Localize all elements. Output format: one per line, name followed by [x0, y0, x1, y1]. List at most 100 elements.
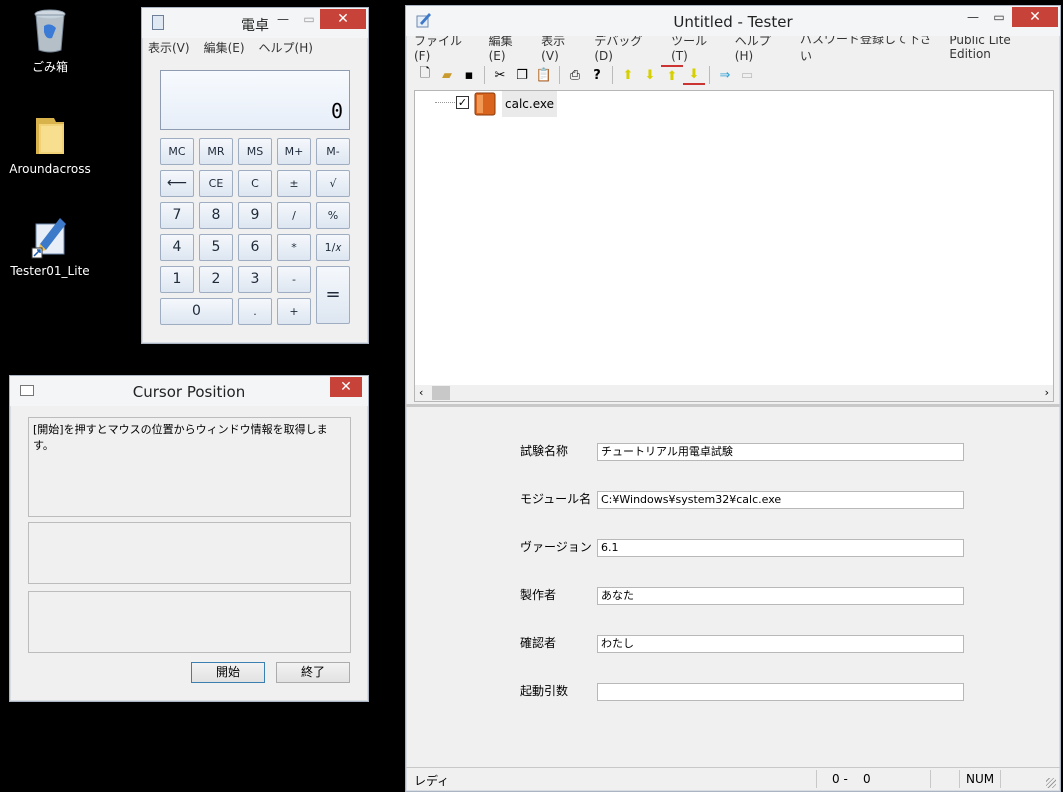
menu-edit[interactable]: 編集(E): [489, 32, 528, 63]
menu-view[interactable]: 表示(V): [541, 32, 580, 63]
equals-button[interactable]: =: [316, 266, 350, 324]
digit-6-button[interactable]: 6: [238, 234, 272, 261]
status-position: 0 - 0: [832, 772, 871, 786]
ce-button[interactable]: CE: [199, 170, 233, 197]
scroll-left-icon[interactable]: ‹: [419, 386, 423, 399]
new-file-icon[interactable]: 🗋: [414, 65, 436, 85]
status-ready: レディ: [414, 774, 450, 788]
instruction-text: [開始]を押すとマウスの位置からウィンドウ情報を取得します。: [33, 423, 328, 452]
menu-help[interactable]: ヘルプ(H): [735, 32, 786, 63]
cursor-position-titlebar[interactable]: Cursor Position ✕: [10, 376, 368, 406]
close-button[interactable]: ✕: [320, 9, 366, 29]
horizontal-scrollbar[interactable]: ‹ ›: [415, 385, 1053, 401]
cursor-position-window: Cursor Position ✕ [開始]を押すとマウスの位置からウィンドウ情…: [9, 375, 369, 702]
digit-3-button[interactable]: 3: [238, 266, 272, 293]
close-button[interactable]: ✕: [330, 377, 362, 397]
end-button[interactable]: 終了: [276, 662, 350, 683]
test-name-input[interactable]: チュートリアル用電卓試験: [597, 443, 964, 461]
move-up-icon[interactable]: ⬆: [617, 65, 639, 85]
tester-menubar: ファイル(F) 編集(E) 表示(V) デバッグ(D) ツール(T) ヘルプ(H…: [406, 32, 1060, 63]
module-name-input[interactable]: C:¥Windows¥system32¥calc.exe: [597, 491, 964, 509]
info-box-1: [28, 522, 351, 584]
author-input[interactable]: あなた: [597, 587, 964, 605]
scroll-thumb[interactable]: [432, 386, 450, 400]
tester-titlebar[interactable]: Untitled - Tester — ▭ ✕: [406, 6, 1060, 36]
multiply-button[interactable]: *: [277, 234, 311, 261]
desktop-icon-recycle-bin[interactable]: ごみ箱: [5, 8, 95, 75]
digit-5-button[interactable]: 5: [199, 234, 233, 261]
print-icon[interactable]: ⎙: [564, 65, 586, 85]
ms-button[interactable]: MS: [238, 138, 272, 165]
menu-file[interactable]: ファイル(F): [414, 32, 475, 63]
m-minus-button[interactable]: M-: [316, 138, 350, 165]
info-box-2: [28, 591, 351, 653]
test-tree-view[interactable]: ✓ calc.exe ‹ ›: [414, 90, 1054, 402]
mr-button[interactable]: MR: [199, 138, 233, 165]
help-icon[interactable]: ?: [586, 65, 608, 85]
reviewer-input[interactable]: わたし: [597, 635, 964, 653]
reciprocal-button[interactable]: 1/𝑥: [316, 234, 350, 261]
splitter[interactable]: [406, 404, 1060, 407]
digit-7-button[interactable]: 7: [160, 202, 194, 229]
m-plus-button[interactable]: M+: [277, 138, 311, 165]
menu-view[interactable]: 表示(V): [148, 39, 190, 56]
tester-app-icon: [30, 214, 70, 260]
menu-tools[interactable]: ツール(T): [671, 32, 721, 63]
menu-debug[interactable]: デバッグ(D): [594, 32, 657, 63]
launch-args-input[interactable]: [597, 683, 964, 701]
mc-button[interactable]: MC: [160, 138, 194, 165]
digit-0-button[interactable]: 0: [160, 298, 233, 325]
calculator-menubar: 表示(V) 編集(E) ヘルプ(H): [142, 37, 368, 57]
maximize-button[interactable]: ▭: [986, 7, 1012, 27]
move-down-icon[interactable]: ⬇: [639, 65, 661, 85]
version-input[interactable]: 6.1: [597, 539, 964, 557]
plus-minus-button[interactable]: ±: [277, 170, 311, 197]
maximize-button[interactable]: ▭: [296, 9, 322, 29]
cut-icon[interactable]: ✂: [489, 65, 511, 85]
calculator-titlebar[interactable]: 電卓 — ▭ ✕: [142, 8, 368, 38]
close-button[interactable]: ✕: [1012, 7, 1058, 27]
message-box: [開始]を押すとマウスの位置からウィンドウ情報を取得します。: [28, 417, 351, 517]
copy-icon[interactable]: ❐: [511, 65, 533, 85]
tree-item-checkbox[interactable]: ✓: [456, 96, 469, 109]
calculator-window: 電卓 — ▭ ✕ 表示(V) 編集(E) ヘルプ(H) 0 MC MR MS M…: [141, 7, 369, 344]
digit-4-button[interactable]: 4: [160, 234, 194, 261]
open-folder-icon[interactable]: ▰: [436, 65, 458, 85]
desktop-icon-tester-lite[interactable]: Tester01_Lite: [5, 214, 95, 278]
backspace-button[interactable]: ⟵: [160, 170, 194, 197]
move-top-icon[interactable]: ⬆: [661, 65, 683, 85]
c-button[interactable]: C: [238, 170, 272, 197]
tree-item-calc-exe[interactable]: calc.exe: [502, 91, 557, 117]
desktop-icon-label: Aroundacross: [9, 162, 91, 176]
cursor-position-title: Cursor Position: [132, 383, 246, 401]
tester-toolbar: 🗋 ▰ ▪ ✂ ❐ 📋 ⎙ ? ⬆ ⬇ ⬆ ⬇ ⇒ ▭: [414, 64, 758, 86]
save-icon[interactable]: ▪: [458, 65, 480, 85]
status-num-lock: NUM: [966, 772, 995, 786]
minimize-button[interactable]: —: [960, 7, 986, 27]
minimize-button[interactable]: —: [270, 9, 296, 29]
menu-help[interactable]: ヘルプ(H): [259, 39, 313, 56]
add-button[interactable]: +: [277, 298, 311, 325]
desktop-icon-aroundacross[interactable]: Aroundacross: [5, 112, 95, 176]
display-value: 0: [330, 99, 343, 123]
stop-icon[interactable]: ▭: [736, 65, 758, 85]
digit-8-button[interactable]: 8: [199, 202, 233, 229]
scroll-right-icon[interactable]: ›: [1045, 386, 1049, 399]
folder-icon: [30, 112, 70, 158]
run-icon[interactable]: ⇒: [714, 65, 736, 85]
decimal-button[interactable]: .: [238, 298, 272, 325]
paste-icon[interactable]: 📋: [533, 65, 555, 85]
start-button[interactable]: 開始: [191, 662, 265, 683]
digit-2-button[interactable]: 2: [199, 266, 233, 293]
move-bottom-icon[interactable]: ⬇: [683, 65, 705, 85]
sqrt-button[interactable]: √: [316, 170, 350, 197]
tester-window: Untitled - Tester — ▭ ✕ ファイル(F) 編集(E) 表示…: [405, 5, 1061, 792]
resize-grip-icon[interactable]: [1046, 778, 1056, 788]
percent-button[interactable]: %: [316, 202, 350, 229]
digit-1-button[interactable]: 1: [160, 266, 194, 293]
menu-edit[interactable]: 編集(E): [204, 39, 245, 56]
divide-button[interactable]: /: [277, 202, 311, 229]
subtract-button[interactable]: -: [277, 266, 311, 293]
desktop-icon-label: ごみ箱: [31, 60, 68, 74]
digit-9-button[interactable]: 9: [238, 202, 272, 229]
